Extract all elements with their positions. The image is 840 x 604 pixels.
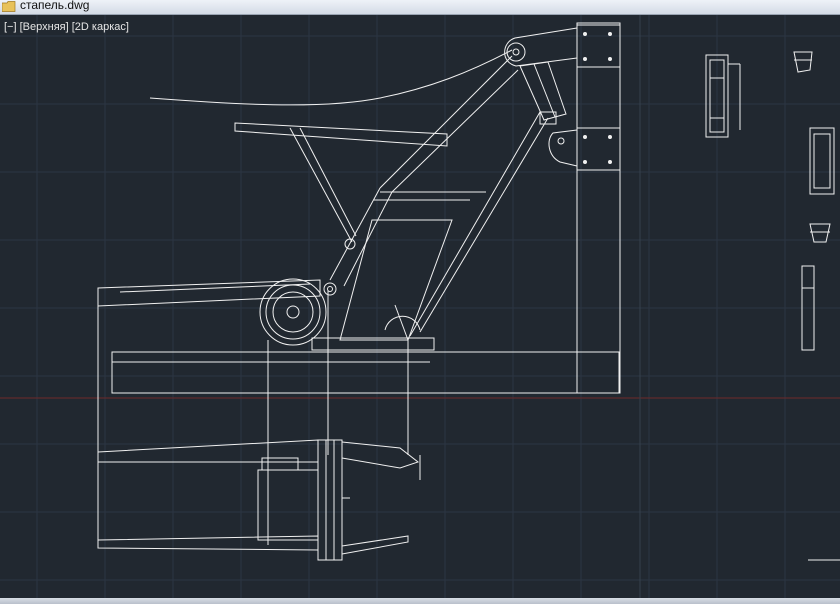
visual-style-button[interactable]: [2D каркас] — [72, 21, 129, 33]
viewport-menu-button[interactable]: [−] — [4, 21, 17, 33]
file-name: стапель.dwg — [20, 0, 90, 12]
status-bar — [0, 598, 840, 604]
folder-icon — [2, 1, 16, 12]
view-name-button[interactable]: [Верхняя] — [20, 21, 69, 33]
viewport-controls: [−] [Верхняя] [2D каркас] — [4, 21, 129, 33]
drawing-viewport[interactable]: [−] [Верхняя] [2D каркас] — [0, 15, 840, 598]
title-bar: стапель.dwg — [0, 0, 840, 15]
cad-drawing[interactable] — [0, 15, 840, 598]
